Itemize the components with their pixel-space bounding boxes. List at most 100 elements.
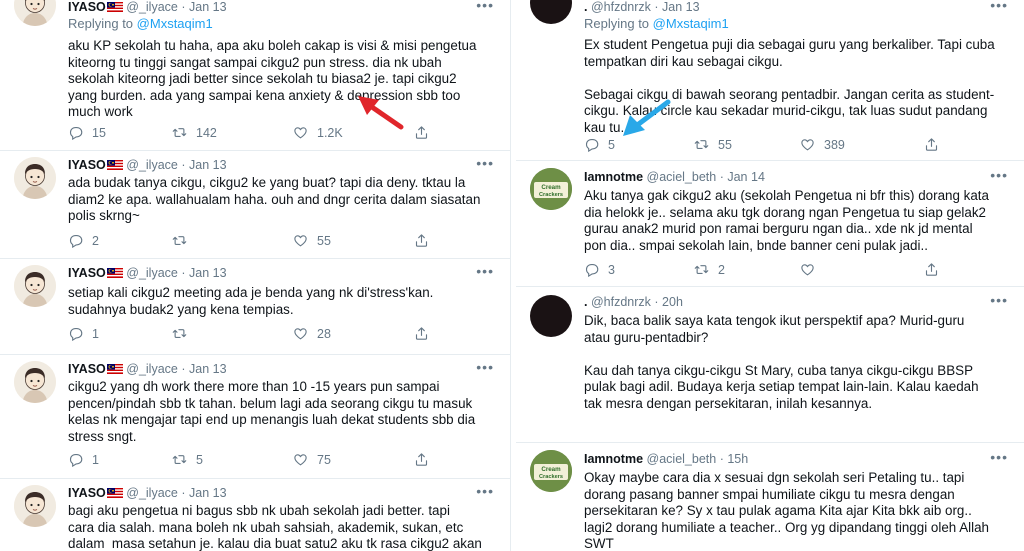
timestamp[interactable]: Jan 14 <box>727 170 765 184</box>
reply-icon <box>68 452 83 467</box>
retweet-button[interactable] <box>172 233 196 248</box>
more-icon[interactable]: ••• <box>476 359 494 375</box>
display-name[interactable]: IYASO <box>68 266 106 280</box>
like-button[interactable]: 1.2K <box>293 125 343 140</box>
display-name[interactable]: IYASO <box>68 158 106 172</box>
reply-button[interactable]: 1 <box>68 326 99 341</box>
timestamp[interactable]: Jan 13 <box>662 0 700 14</box>
timestamp[interactable]: Jan 13 <box>189 0 227 14</box>
mention-link[interactable]: @Mxstaqim1 <box>653 16 729 31</box>
tweet[interactable]: IYASO @_ilyace · Jan 13 ••• cikgu2 yang … <box>0 354 510 479</box>
tweet[interactable]: . @hfzdnrzk · Jan 13 ••• Replying to @Mx… <box>516 0 1024 161</box>
timestamp[interactable]: Jan 13 <box>189 362 227 376</box>
tweet[interactable]: Iamnotme @aciel_beth · Jan 14 ••• Aku ta… <box>516 160 1024 287</box>
tweet[interactable]: IYASO @_ilyace · Jan 13 ••• ada budak ta… <box>0 150 510 259</box>
more-icon[interactable]: ••• <box>476 263 494 279</box>
more-icon[interactable]: ••• <box>990 167 1008 183</box>
retweet-button[interactable]: 55 <box>694 137 732 152</box>
like-button[interactable]: 75 <box>293 452 331 467</box>
display-name[interactable]: IYASO <box>68 0 106 14</box>
avatar[interactable] <box>14 361 56 403</box>
share-button[interactable] <box>924 262 939 277</box>
display-name[interactable]: . <box>584 295 587 309</box>
display-name[interactable]: IYASO <box>68 362 106 376</box>
avatar[interactable] <box>14 0 56 26</box>
handle[interactable]: @_ilyace <box>126 266 178 280</box>
handle[interactable]: @hfzdnrzk <box>591 0 651 14</box>
avatar[interactable] <box>530 168 572 210</box>
share-button[interactable] <box>414 326 429 341</box>
timestamp[interactable]: Jan 13 <box>189 158 227 172</box>
handle[interactable]: @hfzdnrzk <box>591 295 651 309</box>
reply-count: 15 <box>92 125 106 140</box>
retweet-button[interactable]: 142 <box>172 125 217 140</box>
retweet-button[interactable]: 5 <box>172 452 203 467</box>
display-name[interactable]: Iamnotme <box>584 452 643 466</box>
more-icon[interactable]: ••• <box>476 155 494 171</box>
tweet[interactable]: Iamnotme @aciel_beth · 15h ••• Okay mayb… <box>516 442 1024 551</box>
like-button[interactable]: 55 <box>293 233 331 248</box>
timestamp[interactable]: 15h <box>727 452 748 466</box>
handle[interactable]: @aciel_beth <box>647 170 717 184</box>
timestamp[interactable]: Jan 13 <box>189 486 227 500</box>
tweet[interactable]: IYASO @_ilyace · Jan 13 ••• Replying to … <box>0 0 510 151</box>
more-icon[interactable]: ••• <box>990 0 1008 13</box>
like-button[interactable]: 28 <box>293 326 331 341</box>
handle[interactable]: @_ilyace <box>126 486 178 500</box>
retweet-icon <box>172 233 187 248</box>
handle[interactable]: @_ilyace <box>126 362 178 376</box>
display-name[interactable]: Iamnotme <box>584 170 643 184</box>
malaysia-flag-icon <box>107 2 123 12</box>
share-button[interactable] <box>414 125 429 140</box>
avatar[interactable] <box>14 157 56 199</box>
retweet-icon <box>172 452 187 467</box>
reply-button[interactable]: 15 <box>68 125 106 140</box>
display-name[interactable]: IYASO <box>68 486 106 500</box>
tweet[interactable]: . @hfzdnrzk · 20h ••• Dik, baca balik sa… <box>516 286 1024 443</box>
share-button[interactable] <box>414 452 429 467</box>
like-button[interactable]: 389 <box>800 137 845 152</box>
more-icon[interactable]: ••• <box>990 449 1008 465</box>
more-icon[interactable]: ••• <box>476 0 494 13</box>
more-icon[interactable]: ••• <box>990 292 1008 308</box>
display-name[interactable]: . <box>584 0 587 14</box>
mention-link[interactable]: @Mxstaqim1 <box>137 16 213 31</box>
tweet-text: bagi aku pengetua ni bagus sbb nk ubah s… <box>68 503 482 551</box>
reply-button[interactable]: 5 <box>584 137 615 152</box>
reply-button[interactable]: 2 <box>68 233 99 248</box>
avatar[interactable] <box>530 295 572 337</box>
malaysia-flag-icon <box>107 488 123 498</box>
share-button[interactable] <box>924 137 939 152</box>
reply-button[interactable]: 1 <box>68 452 99 467</box>
replying-to: Replying to @Mxstaqim1 <box>584 16 729 31</box>
reply-icon <box>68 326 83 341</box>
avatar[interactable] <box>14 265 56 307</box>
share-button[interactable] <box>414 233 429 248</box>
like-button[interactable] <box>800 262 824 277</box>
tweet-header: IYASO @_ilyace · Jan 13 <box>68 266 227 280</box>
retweet-icon <box>172 326 187 341</box>
retweet-button[interactable] <box>172 326 196 341</box>
more-icon[interactable]: ••• <box>476 483 494 499</box>
retweet-icon <box>694 262 709 277</box>
tweet[interactable]: IYASO @_ilyace · Jan 13 ••• setiap kali … <box>0 258 510 355</box>
tweet-header: IYASO @_ilyace · Jan 13 <box>68 362 227 376</box>
avatar[interactable] <box>530 0 572 24</box>
tweet-text: Dik, baca balik saya kata tengok ikut pe… <box>584 313 979 411</box>
tweet-header: IYASO @_ilyace · Jan 13 <box>68 158 227 172</box>
reply-icon <box>68 233 83 248</box>
handle[interactable]: @_ilyace <box>126 0 178 14</box>
reply-button[interactable]: 3 <box>584 262 615 277</box>
like-count: 75 <box>317 452 331 467</box>
retweet-button[interactable]: 2 <box>694 262 725 277</box>
handle[interactable]: @_ilyace <box>126 158 178 172</box>
separator-dot: · <box>181 158 186 172</box>
timestamp[interactable]: 20h <box>662 295 683 309</box>
arrow-icon <box>358 96 404 130</box>
avatar[interactable] <box>14 485 56 527</box>
avatar[interactable] <box>530 450 572 492</box>
timestamp[interactable]: Jan 13 <box>189 266 227 280</box>
handle[interactable]: @aciel_beth <box>647 452 717 466</box>
tweet-text: cikgu2 yang dh work there more than 10 -… <box>68 379 476 444</box>
tweet[interactable]: IYASO @_ilyace · Jan 13 ••• bagi aku pen… <box>0 478 510 551</box>
